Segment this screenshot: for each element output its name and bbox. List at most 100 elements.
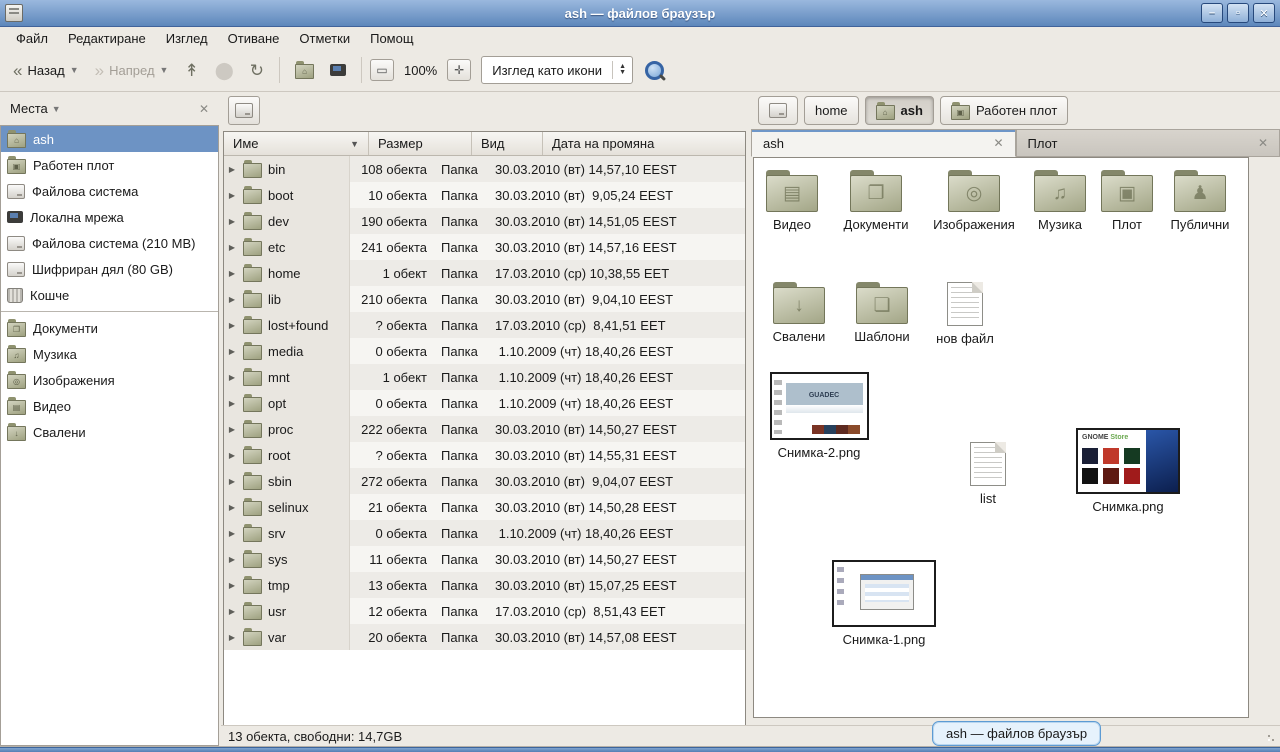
zoom-in-button[interactable]: ✛ <box>447 59 471 81</box>
table-row-boot[interactable]: ▶boot10 обектаПапка30.03.2010 (вт) 9,05,… <box>224 182 745 208</box>
back-button[interactable]: « Назад ▼ <box>6 58 86 83</box>
expander-icon[interactable]: ▶ <box>227 503 237 512</box>
tab-close-icon[interactable]: ✕ <box>993 136 1003 150</box>
sidebar-item-Музика[interactable]: ♫Музика <box>1 341 218 367</box>
file-item-Снимка.png[interactable]: GNOME StoreСнимка.png <box>1072 428 1184 514</box>
expander-icon[interactable]: ▶ <box>227 477 237 486</box>
menu-Изглед[interactable]: Изглед <box>156 29 218 48</box>
table-row-var[interactable]: ▶var20 обектаПапка30.03.2010 (вт) 14,57,… <box>224 624 745 650</box>
expander-icon[interactable]: ▶ <box>227 243 237 252</box>
table-row-dev[interactable]: ▶dev190 обектаПапка30.03.2010 (вт) 14,51… <box>224 208 745 234</box>
expander-icon[interactable]: ▶ <box>227 607 237 616</box>
view-mode-select[interactable]: Изглед като икони ▲▼ <box>481 56 633 84</box>
expander-icon[interactable]: ▶ <box>227 347 237 356</box>
expander-icon[interactable]: ▶ <box>227 295 237 304</box>
up-button[interactable]: ↟ <box>177 58 205 83</box>
column-header-size[interactable]: Размер <box>369 132 472 155</box>
table-row-srv[interactable]: ▶srv0 обектаПапка 1.10.2009 (чт) 18,40,2… <box>224 520 745 546</box>
path-button-root[interactable] <box>228 96 260 125</box>
expander-icon[interactable]: ▶ <box>227 165 237 174</box>
table-row-media[interactable]: ▶media0 обектаПапка 1.10.2009 (чт) 18,40… <box>224 338 745 364</box>
path-button-home[interactable]: home <box>804 96 859 125</box>
tab-ash[interactable]: ash✕ <box>751 129 1016 157</box>
tab-close-icon[interactable]: ✕ <box>1258 136 1268 150</box>
menu-Отметки[interactable]: Отметки <box>289 29 360 48</box>
expander-icon[interactable]: ▶ <box>227 269 237 278</box>
maximize-button[interactable]: ▫ <box>1227 3 1249 23</box>
sidebar-close-icon[interactable]: ✕ <box>199 102 209 116</box>
expander-icon[interactable]: ▶ <box>227 217 237 226</box>
tab-Плот[interactable]: Плот✕ <box>1016 129 1280 157</box>
file-item-нов файл[interactable]: нов файл <box>925 282 1005 346</box>
close-button[interactable]: ✕ <box>1253 3 1275 23</box>
file-item-Шаблони[interactable]: ❏Шаблони <box>842 282 922 344</box>
table-row-bin[interactable]: ▶bin108 обектаПапка30.03.2010 (вт) 14,57… <box>224 156 745 182</box>
file-item-Музика[interactable]: ♫Музика <box>1023 170 1097 232</box>
reload-button[interactable]: ↻ <box>243 58 271 83</box>
expander-icon[interactable]: ▶ <box>227 555 237 564</box>
search-icon[interactable] <box>645 61 664 80</box>
sidebar-item-Файлова система (210 MB)[interactable]: Файлова система (210 MB) <box>1 230 218 256</box>
sidebar-item-ash[interactable]: ⌂ash <box>1 126 218 152</box>
table-row-mnt[interactable]: ▶mnt1 обектПапка 1.10.2009 (чт) 18,40,26… <box>224 364 745 390</box>
sidebar-title[interactable]: Места <box>10 101 48 116</box>
expander-icon[interactable]: ▶ <box>227 399 237 408</box>
table-row-lost+found[interactable]: ▶lost+found? обектаПапка17.03.2010 (ср) … <box>224 312 745 338</box>
resize-grip[interactable] <box>1267 734 1277 744</box>
table-row-lib[interactable]: ▶lib210 обектаПапка30.03.2010 (вт) 9,04,… <box>224 286 745 312</box>
table-row-etc[interactable]: ▶etc241 обектаПапка30.03.2010 (вт) 14,57… <box>224 234 745 260</box>
expander-icon[interactable]: ▶ <box>227 373 237 382</box>
path-button-root[interactable] <box>758 96 798 125</box>
expander-icon[interactable]: ▶ <box>227 529 237 538</box>
expander-icon[interactable]: ▶ <box>227 425 237 434</box>
column-header-type[interactable]: Вид <box>472 132 543 155</box>
sidebar-item-Свалени[interactable]: ↓Свалени <box>1 419 218 445</box>
file-item-Плот[interactable]: ▣Плот <box>1099 170 1155 232</box>
table-row-selinux[interactable]: ▶selinux21 обектаПапка30.03.2010 (вт) 14… <box>224 494 745 520</box>
expander-icon[interactable]: ▶ <box>227 581 237 590</box>
column-header-date[interactable]: Дата на промяна <box>543 132 745 155</box>
menu-Отиване[interactable]: Отиване <box>218 29 290 48</box>
table-row-usr[interactable]: ▶usr12 обектаПапка17.03.2010 (ср) 8,51,4… <box>224 598 745 624</box>
file-item-Снимка-2.png[interactable]: GUADECСнимка-2.png <box>767 372 871 460</box>
icon-view[interactable]: ▤Видео❐Документи◎Изображения♫Музика▣Плот… <box>753 157 1249 718</box>
sidebar-item-Изображения[interactable]: ◎Изображения <box>1 367 218 393</box>
sidebar-item-Шифриран дял (80 GB)[interactable]: Шифриран дял (80 GB) <box>1 256 218 282</box>
zoom-out-button[interactable]: ▭ <box>370 59 394 81</box>
table-row-root[interactable]: ▶root? обектаПапка30.03.2010 (вт) 14,55,… <box>224 442 745 468</box>
table-row-opt[interactable]: ▶opt0 обектаПапка 1.10.2009 (чт) 18,40,2… <box>224 390 745 416</box>
sidebar-item-Кошче[interactable]: Кошче <box>1 282 218 308</box>
expander-icon[interactable]: ▶ <box>227 633 237 642</box>
table-row-sbin[interactable]: ▶sbin272 обектаПапка30.03.2010 (вт) 9,04… <box>224 468 745 494</box>
expander-icon[interactable]: ▶ <box>227 321 237 330</box>
column-header-name[interactable]: Име ▼ <box>224 132 369 155</box>
computer-button[interactable] <box>323 60 353 80</box>
sidebar-item-Видео[interactable]: ▤Видео <box>1 393 218 419</box>
back-history-caret-icon[interactable]: ▼ <box>70 65 79 75</box>
table-row-proc[interactable]: ▶proc222 обектаПапка30.03.2010 (вт) 14,5… <box>224 416 745 442</box>
file-item-list[interactable]: list <box>958 442 1018 506</box>
file-item-Публични[interactable]: ♟Публични <box>1160 170 1240 232</box>
file-item-Видео[interactable]: ▤Видео <box>760 170 824 232</box>
file-item-Документи[interactable]: ❐Документи <box>830 170 922 232</box>
menu-Помощ[interactable]: Помощ <box>360 29 423 48</box>
table-row-home[interactable]: ▶home1 обектПапка17.03.2010 (ср) 10,38,5… <box>224 260 745 286</box>
sidebar-title-caret-icon[interactable]: ▼ <box>52 104 61 114</box>
table-row-sys[interactable]: ▶sys11 обектаПапка30.03.2010 (вт) 14,50,… <box>224 546 745 572</box>
file-item-Снимка-1.png[interactable]: Снимка-1.png <box>831 560 937 647</box>
expander-icon[interactable]: ▶ <box>227 451 237 460</box>
expander-icon[interactable]: ▶ <box>227 191 237 200</box>
menu-Редактиране[interactable]: Редактиране <box>58 29 156 48</box>
minimize-button[interactable]: – <box>1201 3 1223 23</box>
sidebar-item-Файлова система[interactable]: Файлова система <box>1 178 218 204</box>
sidebar-item-Локална мрежа[interactable]: Локална мрежа <box>1 204 218 230</box>
path-button-Работен плот[interactable]: ▣Работен плот <box>940 96 1068 125</box>
sidebar-item-Документи[interactable]: ❐Документи <box>1 315 218 341</box>
file-item-Изображения[interactable]: ◎Изображения <box>931 170 1017 232</box>
file-item-Свалени[interactable]: ↓Свалени <box>760 282 838 344</box>
table-row-tmp[interactable]: ▶tmp13 обектаПапка30.03.2010 (вт) 15,07,… <box>224 572 745 598</box>
path-button-ash[interactable]: ⌂ash <box>865 96 934 125</box>
home-button[interactable]: ⌂ <box>288 57 321 83</box>
sidebar-item-Работен плот[interactable]: ▣Работен плот <box>1 152 218 178</box>
menu-Файл[interactable]: Файл <box>6 29 58 48</box>
